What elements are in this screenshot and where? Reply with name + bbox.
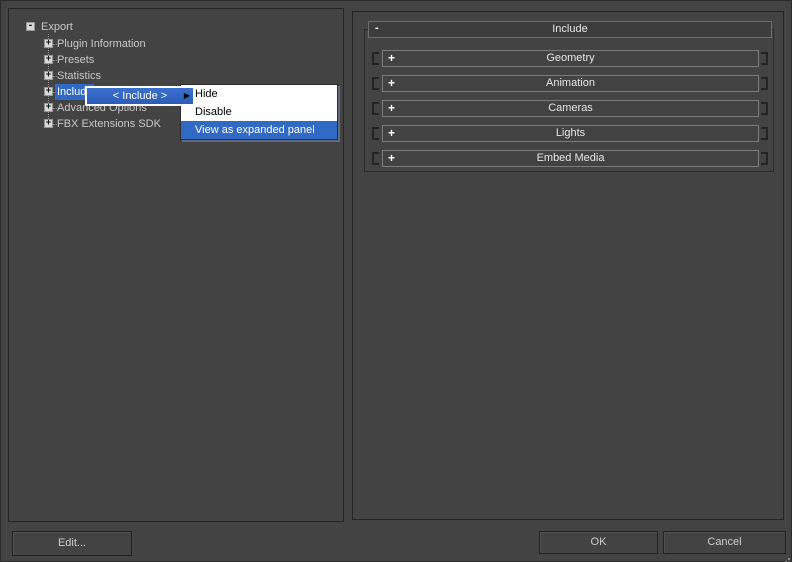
- resize-grip-icon[interactable]: [788, 558, 790, 560]
- expand-icon[interactable]: +: [44, 55, 53, 64]
- expand-icon[interactable]: +: [388, 102, 395, 115]
- tree-item-presets[interactable]: + Presets: [9, 52, 343, 68]
- include-panel-title: Include: [552, 23, 588, 35]
- rollout-bar-embed-media[interactable]: + Embed Media: [382, 150, 759, 167]
- include-settings-panel: - Include + Geometry + Animation + Camer…: [352, 11, 784, 520]
- rollout-label: Animation: [546, 77, 595, 89]
- tree-item-plugin-information[interactable]: + Plugin Information: [9, 36, 343, 52]
- collapse-icon[interactable]: -: [26, 22, 35, 31]
- menu-item-disable[interactable]: Disable: [181, 103, 337, 121]
- rollout-label: Embed Media: [536, 152, 605, 164]
- tree-item-label[interactable]: Export: [39, 19, 75, 35]
- bracket-right-decoration: [761, 77, 768, 90]
- rollout-label: Cameras: [548, 102, 593, 114]
- bracket-right-decoration: [761, 102, 768, 115]
- menu-item-include-header[interactable]: < Include > ▶: [87, 88, 193, 104]
- bracket-right-decoration: [761, 52, 768, 65]
- expand-icon[interactable]: +: [388, 152, 395, 165]
- rollout-bar-animation[interactable]: + Animation: [382, 75, 759, 92]
- ok-button[interactable]: OK: [539, 531, 658, 554]
- expand-icon[interactable]: +: [388, 77, 395, 90]
- tree-item-label[interactable]: Presets: [55, 52, 96, 68]
- menu-header-label: < Include >: [112, 90, 168, 102]
- expand-icon[interactable]: +: [44, 39, 53, 48]
- bracket-left-decoration: [372, 152, 379, 165]
- expand-icon[interactable]: +: [388, 127, 395, 140]
- submenu-arrow-icon: ▶: [183, 91, 190, 100]
- rollout-bar-lights[interactable]: + Lights: [382, 125, 759, 142]
- tree-item-export[interactable]: - Export: [9, 19, 343, 35]
- rollout-label: Geometry: [546, 52, 595, 64]
- expand-icon[interactable]: +: [44, 103, 53, 112]
- expand-icon[interactable]: +: [44, 119, 53, 128]
- include-panel-header[interactable]: - Include: [368, 21, 772, 38]
- tree-item-statistics[interactable]: + Statistics: [9, 68, 343, 84]
- rollout-label: Lights: [555, 127, 586, 139]
- bracket-right-decoration: [761, 152, 768, 165]
- bracket-left-decoration: [372, 102, 379, 115]
- fbx-export-dialog: { "colors": { "selection_highlight": "#3…: [0, 0, 792, 562]
- tree-item-label[interactable]: Statistics: [55, 68, 103, 84]
- include-context-menu: < Include > ▶: [85, 86, 195, 106]
- expand-icon[interactable]: +: [44, 87, 53, 96]
- bracket-left-decoration: [372, 52, 379, 65]
- expand-icon[interactable]: +: [44, 71, 53, 80]
- expand-icon[interactable]: +: [388, 52, 395, 65]
- collapse-icon[interactable]: -: [375, 22, 379, 35]
- tree-item-label[interactable]: FBX Extensions SDK: [55, 116, 163, 132]
- include-context-submenu: Hide Disable View as expanded panel: [180, 84, 338, 140]
- rollout-bar-cameras[interactable]: + Cameras: [382, 100, 759, 117]
- rollout-bar-geometry[interactable]: + Geometry: [382, 50, 759, 67]
- menu-item-hide[interactable]: Hide: [181, 85, 337, 103]
- bracket-left-decoration: [372, 127, 379, 140]
- bracket-right-decoration: [761, 127, 768, 140]
- edit-button[interactable]: Edit...: [12, 531, 132, 556]
- bracket-left-decoration: [372, 77, 379, 90]
- menu-item-view-as-expanded-panel[interactable]: View as expanded panel: [181, 121, 337, 139]
- tree-item-label[interactable]: Plugin Information: [55, 36, 148, 52]
- cancel-button[interactable]: Cancel: [663, 531, 786, 554]
